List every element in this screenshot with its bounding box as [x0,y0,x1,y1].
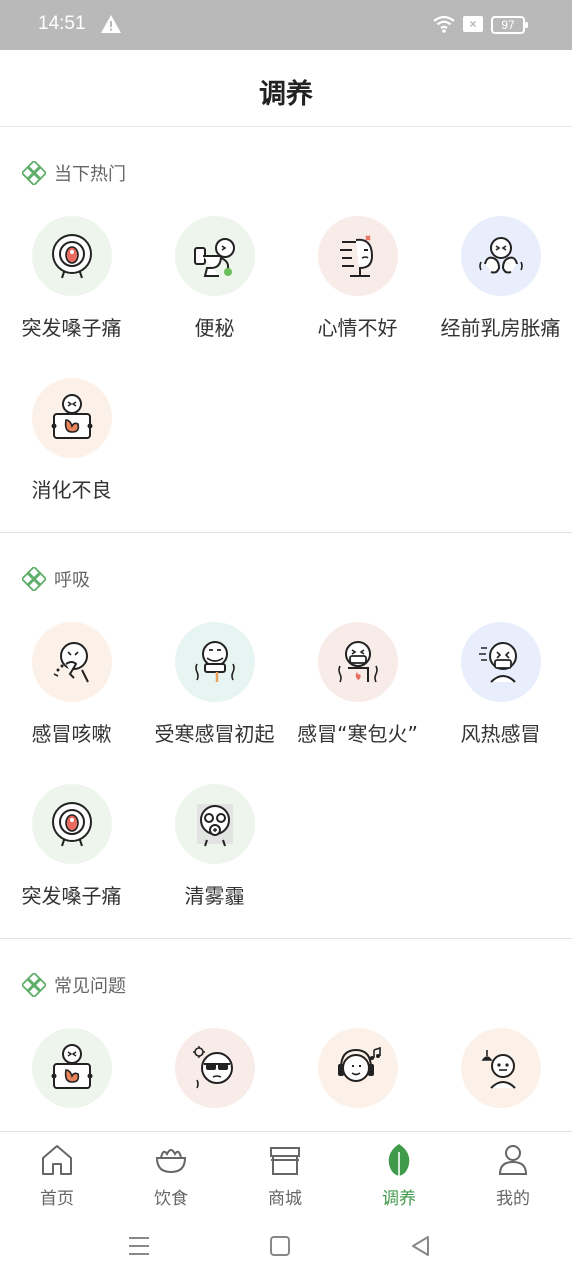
cough-icon [53,642,89,683]
back-icon[interactable] [408,1233,434,1259]
home-icon [42,1145,72,1175]
item-label: 突发嗓子痛 [21,316,122,340]
item-bad-mood[interactable]: 心情不好 [286,216,429,366]
tab-food[interactable]: 饮食 [114,1132,228,1212]
bad-mood-icon [340,235,374,277]
tab-label: 饮食 [154,1189,188,1209]
title-bar: 调养 [0,50,572,127]
home-square-icon[interactable] [267,1233,293,1259]
battery-icon: 97 [491,16,528,34]
section-header: 常见问题 [22,970,126,1000]
item-sore-throat[interactable]: 突发嗓子痛 [0,216,143,366]
section-title: 常见问题 [54,976,126,997]
section-header: 当下热门 [22,158,126,188]
item-label: 经前乳房胀痛 [440,316,561,340]
content-scroll-area[interactable]: 当下热门 突发嗓子痛 便秘 心情不好 经前乳房胀痛 消化不良 呼吸 感冒咳嗽 受… [0,128,572,1131]
tab-home[interactable]: 首页 [0,1132,114,1212]
sunglasses-icon [193,1046,233,1089]
tab-shop[interactable]: 商城 [228,1132,342,1212]
bottom-tab-bar: 首页 饮食 商城 调养 我的 [0,1131,572,1211]
knot-icon [22,973,46,997]
page-title: 调养 [259,79,313,110]
wind-heat-icon [479,642,517,683]
section-divider [0,532,572,533]
indigestion-icon [51,1044,93,1089]
knot-icon [22,567,46,591]
item-label: 清雾霾 [184,884,245,908]
knot-icon [22,161,46,185]
cold-chill-icon [195,641,235,682]
item-cold-chill[interactable]: 受寒感冒初起 [143,622,286,772]
warning-icon [101,15,121,33]
item-label: 心情不好 [317,316,398,340]
sore-throat-icon [52,234,92,279]
section-header: 呼吸 [22,564,90,594]
constipation-icon [194,238,235,277]
headphones-icon [338,1046,381,1082]
tab-label: 首页 [40,1189,74,1209]
person-lamp-icon [481,1050,516,1089]
food-bowl-icon [155,1149,187,1174]
status-time: 14:51 [38,13,86,34]
tab-care[interactable]: 调养 [342,1132,456,1212]
item-common-2[interactable] [143,1028,286,1131]
item-label: 受寒感冒初起 [154,722,275,746]
indigestion-icon [51,394,93,439]
section-divider [0,938,572,939]
wifi-icon [433,15,455,33]
system-nav-bar [0,1211,572,1280]
section-title: 呼吸 [54,570,90,591]
cold-fire-icon [338,641,378,683]
sore-throat-icon [52,802,92,847]
item-common-1[interactable] [0,1028,143,1131]
status-bar: 14:51 × 97 [0,0,572,50]
item-smog[interactable]: 清雾霾 [143,784,286,934]
tab-profile[interactable]: 我的 [456,1132,570,1212]
leaf-icon [388,1144,410,1176]
tab-label: 商城 [268,1189,302,1209]
item-label: 消化不良 [31,478,112,502]
section-title: 当下热门 [54,164,126,185]
item-breast-pain[interactable]: 经前乳房胀痛 [429,216,572,366]
item-indigestion[interactable]: 消化不良 [0,378,143,528]
sim-icon: × [463,16,483,32]
gas-mask-icon [197,804,233,847]
menu-icon[interactable] [126,1233,152,1259]
item-wind-heat[interactable]: 风热感冒 [429,622,572,772]
item-common-3[interactable] [286,1028,429,1131]
user-icon [498,1145,528,1175]
breast-pain-icon [479,237,523,274]
item-common-4[interactable] [429,1028,572,1131]
item-label: 突发嗓子痛 [21,884,122,908]
shop-icon [270,1147,300,1175]
item-constipation[interactable]: 便秘 [143,216,286,366]
item-sore-throat[interactable]: 突发嗓子痛 [0,784,143,934]
tab-label: 我的 [496,1189,530,1209]
item-cough[interactable]: 感冒咳嗽 [0,622,143,772]
item-label: 感冒“寒包火” [297,722,418,746]
item-label: 风热感冒 [460,722,541,746]
item-label: 便秘 [194,316,235,340]
tab-label: 调养 [382,1189,416,1209]
item-label: 感冒咳嗽 [31,722,112,746]
item-cold-fire[interactable]: 感冒“寒包火” [286,622,429,772]
